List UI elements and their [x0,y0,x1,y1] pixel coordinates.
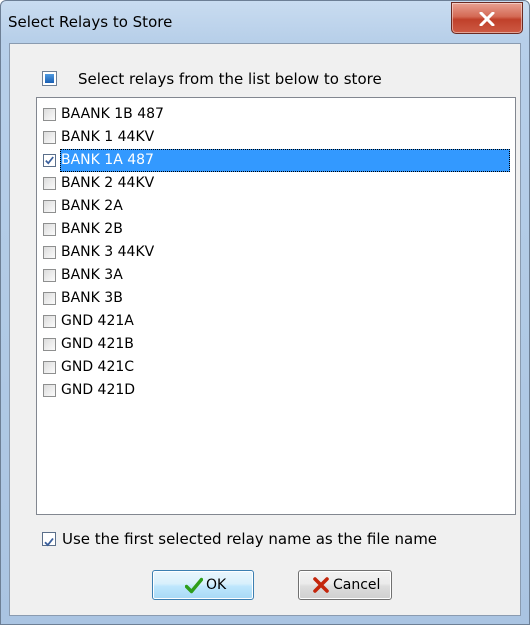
checkmark-icon [44,537,54,547]
relay-checkbox[interactable] [43,315,56,328]
relay-label: GND 421D [61,382,136,398]
relay-checkbox[interactable] [43,131,56,144]
ok-button[interactable]: OK [152,570,254,600]
relay-checkbox[interactable] [43,269,56,282]
close-button[interactable] [451,2,523,34]
relay-label: GND 421A [61,313,134,329]
window-title: Select Relays to Store [8,13,173,31]
relay-label: BANK 1 44KV [61,129,155,145]
relay-list-item[interactable]: BANK 3A [41,264,513,287]
relay-label: BANK 2B [61,221,123,237]
relay-checkbox[interactable] [43,177,56,190]
dialog-client-area: Select relays from the list below to sto… [9,43,521,616]
relay-checkbox[interactable] [43,108,56,121]
relay-checkbox[interactable] [43,246,56,259]
cancel-button-label: Cancel [333,577,381,593]
checkmark-icon [45,156,54,165]
relay-checkbox[interactable] [43,200,56,213]
relay-label: BANK 2A [61,198,123,214]
use-first-name-label: Use the first selected relay name as the… [62,530,438,548]
relay-list-item[interactable]: GND 421A [41,310,513,333]
x-cross-icon [313,577,329,593]
select-all-checkbox[interactable] [42,71,57,86]
relay-label: BAANK 1B 487 [61,106,164,122]
relay-list-item[interactable]: BANK 2B [41,218,513,241]
relay-list-item[interactable]: GND 421B [41,333,513,356]
relay-list-item[interactable]: BANK 2 44KV [41,172,513,195]
relay-label: BANK 1A 487 [60,149,510,172]
cancel-button[interactable]: Cancel [298,570,392,600]
use-first-name-checkbox[interactable] [42,532,56,547]
relay-label: BANK 3 44KV [61,244,155,260]
ok-button-label: OK [206,577,227,593]
title-bar[interactable]: Select Relays to Store [1,1,529,43]
relay-checkbox[interactable] [43,361,56,374]
relay-label: BANK 3B [61,290,123,306]
checkmark-icon [185,577,203,594]
relay-checkbox[interactable] [43,384,56,397]
relay-list-item[interactable]: BANK 1 44KV [41,126,513,149]
relay-checkbox[interactable] [43,292,56,305]
relay-list-item[interactable]: BANK 2A [41,195,513,218]
relay-list[interactable]: BAANK 1B 487 BANK 1 44KV BANK 1A 487 BANK 2… [36,97,516,515]
relay-label: GND 421B [61,336,134,352]
relay-list-item[interactable]: BANK 3B [41,287,513,310]
relay-list-item[interactable]: BAANK 1B 487 [41,103,513,126]
dialog-window: Select Relays to Store Select relays fro… [0,0,530,625]
relay-label: GND 421C [61,359,135,375]
select-all-label: Select relays from the list below to sto… [78,70,382,88]
relay-list-item[interactable]: GND 421C [41,356,513,379]
relay-label: BANK 3A [61,267,123,283]
relay-checkbox[interactable] [43,338,56,351]
relay-label: BANK 2 44KV [61,175,155,191]
relay-list-item[interactable]: BANK 3 44KV [41,241,513,264]
relay-checkbox[interactable] [43,154,56,167]
relay-list-item[interactable]: BANK 1A 487 [41,149,513,172]
relay-list-item[interactable]: GND 421D [41,379,513,402]
close-icon [479,12,495,26]
relay-checkbox[interactable] [43,223,56,236]
